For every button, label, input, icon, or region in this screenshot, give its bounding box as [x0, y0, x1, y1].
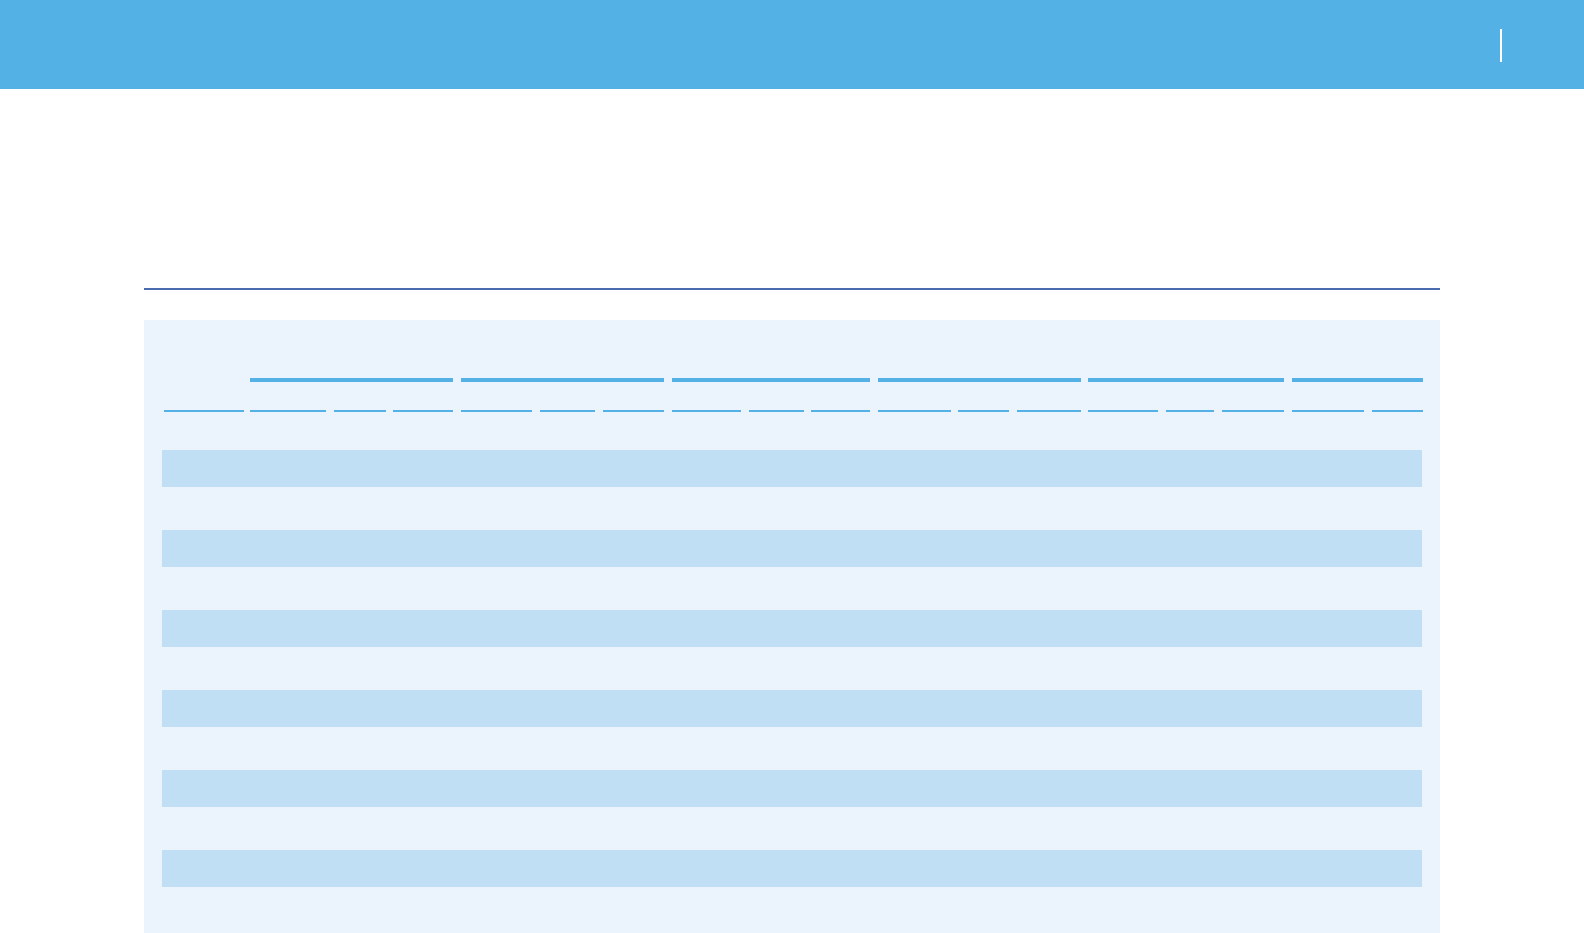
table-row: [162, 690, 1422, 727]
title-rule: [144, 288, 1440, 290]
group-header-rule: [878, 378, 1081, 382]
group-header-rule: [1292, 378, 1423, 382]
group-header-rule: [250, 378, 453, 382]
column-header-rule: [603, 410, 664, 412]
column-header-rule: [1292, 410, 1364, 412]
column-header-rule: [250, 410, 326, 412]
column-header-rule: [393, 410, 453, 412]
column-header-rule: [461, 410, 532, 412]
table-row: [162, 850, 1422, 887]
table-row: [162, 770, 1422, 807]
table-row: [162, 530, 1422, 567]
table-row: [162, 450, 1422, 487]
group-header-rule: [1088, 378, 1284, 382]
column-header-rule: [811, 410, 870, 412]
column-header-rule: [878, 410, 951, 412]
column-header-rule: [958, 410, 1009, 412]
column-header-rule: [540, 410, 595, 412]
column-header-rule: [1166, 410, 1214, 412]
column-header-rule: [1017, 410, 1081, 412]
column-header-rule: [1088, 410, 1158, 412]
header-bar: [0, 0, 1584, 89]
column-header-rule: [1222, 410, 1284, 412]
column-header-rule: [749, 410, 804, 412]
column-header-rule: [1372, 410, 1423, 412]
vertical-divider-icon: [1500, 29, 1502, 62]
column-header-rule: [672, 410, 741, 412]
group-header-rule: [461, 378, 664, 382]
page: [0, 0, 1584, 933]
column-header-rule: [334, 410, 386, 412]
group-header-rule: [672, 378, 870, 382]
table-row: [162, 610, 1422, 647]
column-header-rule: [164, 410, 244, 412]
